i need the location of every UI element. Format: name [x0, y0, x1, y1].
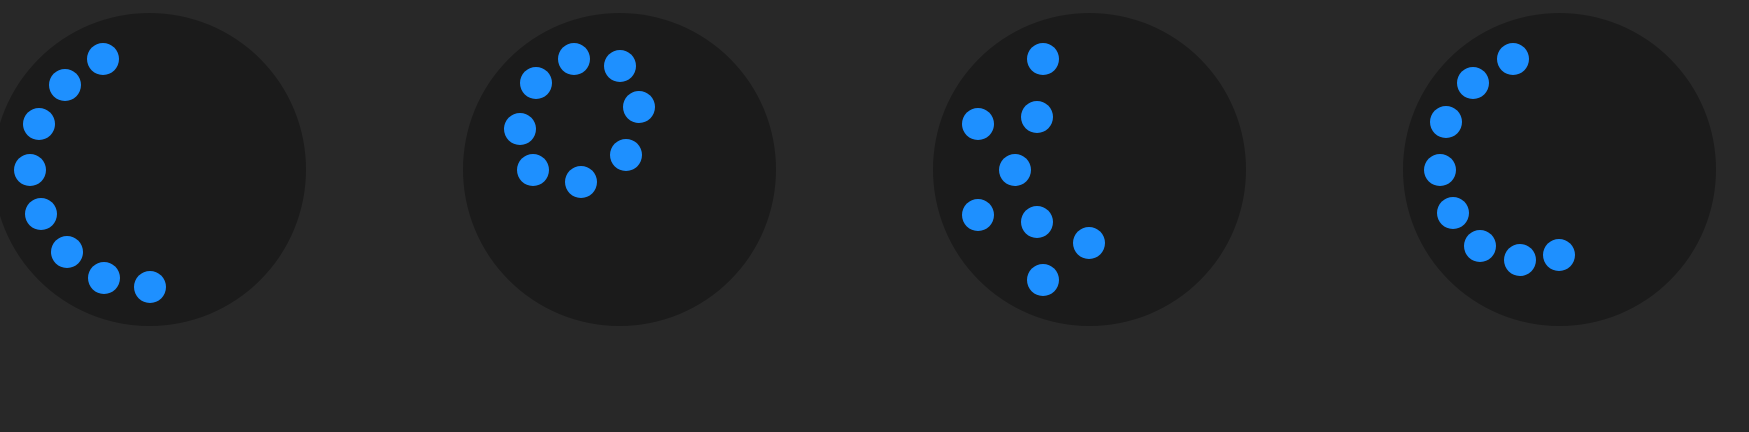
spinner-dot: [558, 43, 590, 75]
spinner-gallery: [0, 0, 1749, 432]
spinner-dot: [1021, 206, 1053, 238]
spinner-dot: [49, 69, 81, 101]
spinner-dot: [610, 139, 642, 171]
spinner-dot: [1464, 230, 1496, 262]
spinner-dot: [51, 236, 83, 268]
spinner-dot: [1457, 67, 1489, 99]
spinner-dot: [1021, 101, 1053, 133]
spinner-dot: [1497, 43, 1529, 75]
spinner-dot: [504, 113, 536, 145]
spinner-dot: [87, 43, 119, 75]
spinner-dot: [1027, 264, 1059, 296]
spinner-dot: [25, 198, 57, 230]
spinner-dot: [604, 50, 636, 82]
spinner-dot: [1504, 244, 1536, 276]
spinner-dot: [1027, 43, 1059, 75]
spinner-dot: [520, 67, 552, 99]
spinner-dot: [134, 271, 166, 303]
spinner-dot: [14, 154, 46, 186]
spinner-dot: [962, 108, 994, 140]
spinner-dot: [1073, 227, 1105, 259]
spinner-dot: [999, 154, 1031, 186]
spinner-dot: [1543, 239, 1575, 271]
spinner-dot: [517, 154, 549, 186]
spinner-disc: [933, 13, 1246, 326]
loading-spinner-4: [1403, 13, 1716, 326]
spinner-dot: [23, 108, 55, 140]
loading-spinner-3: [933, 13, 1246, 326]
spinner-dot: [1430, 106, 1462, 138]
spinner-dot: [623, 91, 655, 123]
spinner-dot: [565, 166, 597, 198]
loading-spinner-1: [0, 13, 306, 326]
spinner-dot: [1424, 154, 1456, 186]
loading-spinner-2: [463, 13, 776, 326]
spinner-dot: [88, 262, 120, 294]
spinner-dot: [1437, 197, 1469, 229]
spinner-dot: [962, 199, 994, 231]
